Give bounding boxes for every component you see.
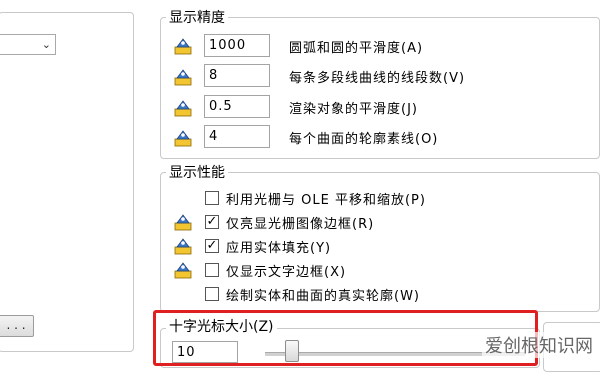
solid-fill-label: 应用实体填充(Y): [226, 241, 332, 256]
display-precision-title: 显示精度: [166, 7, 228, 27]
drawing-settings-icon: [174, 214, 192, 231]
checkbox-ole-pan-zoom[interactable]: [205, 191, 219, 205]
checkbox-true-silhouettes[interactable]: [205, 287, 219, 301]
checkbox-text-frame[interactable]: [205, 263, 219, 277]
left-dropdown[interactable]: ⌄: [0, 34, 56, 55]
left-panel: ⌄ . . .: [0, 0, 140, 360]
watermark-text: 爱创根知识网: [482, 332, 596, 358]
ole-pan-zoom-label: 利用光栅与 OLE 平移和缩放(P): [226, 193, 426, 208]
arc-smoothness-input[interactable]: 1000: [204, 34, 270, 57]
checkbox-raster-frame[interactable]: ✓: [205, 215, 219, 229]
drawing-settings-icon: [174, 69, 192, 86]
checkbox-solid-fill[interactable]: ✓: [205, 239, 219, 253]
browse-button[interactable]: . . .: [0, 315, 34, 337]
arc-smoothness-label: 圆弧和圆的平滑度(A): [289, 41, 424, 56]
text-frame-label: 仅显示文字边框(X): [226, 265, 347, 280]
polyline-segments-input[interactable]: 8: [204, 64, 270, 87]
raster-frame-label: 仅亮显光栅图像边框(R): [226, 217, 375, 232]
drawing-settings-icon: [174, 262, 192, 279]
chevron-down-icon: ⌄: [41, 38, 51, 51]
surface-contour-label: 每个曲面的轮廓素线(O): [289, 132, 439, 147]
display-performance-title: 显示性能: [166, 162, 228, 182]
render-smoothness-label: 渲染对象的平滑度(J): [289, 102, 418, 117]
render-smoothness-input[interactable]: 0.5: [204, 95, 270, 118]
highlight-box: [153, 310, 538, 366]
left-group-frame: [0, 12, 134, 352]
drawing-settings-icon: [174, 130, 192, 147]
drawing-settings-icon: [174, 38, 192, 55]
polyline-segments-label: 每条多段线曲线的线段数(V): [289, 71, 466, 86]
drawing-settings-icon: [174, 100, 192, 117]
surface-contour-input[interactable]: 4: [204, 125, 270, 148]
true-silhouettes-label: 绘制实体和曲面的真实轮廓(W): [226, 289, 420, 304]
drawing-settings-icon: [174, 238, 192, 255]
